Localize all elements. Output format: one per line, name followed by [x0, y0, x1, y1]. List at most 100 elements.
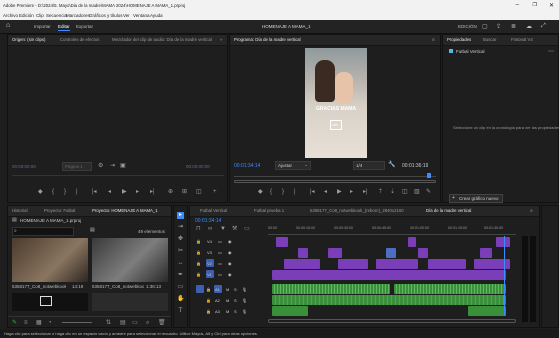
new-item-icon[interactable]: ▭ — [132, 320, 138, 326]
sync-icon[interactable]: ▭ — [218, 250, 222, 255]
find-icon[interactable]: ⌕ — [146, 320, 149, 326]
audio-clip-a3[interactable] — [468, 306, 506, 316]
timeline-scrollbar[interactable] — [268, 319, 516, 323]
panel-menu-icon[interactable]: » — [220, 37, 222, 42]
eye-icon[interactable]: ◉ — [228, 250, 232, 255]
step-back-icon[interactable]: ◂ — [108, 189, 111, 195]
fit-select[interactable]: Ajustar ⌄ — [275, 161, 311, 170]
track-v2-label[interactable]: V2 — [206, 259, 214, 267]
cloud-icon[interactable]: ☁ — [526, 23, 532, 30]
razor-tool-icon[interactable]: ✂ — [177, 248, 184, 255]
linked-selection-icon[interactable]: ∞ — [208, 226, 212, 232]
solo-s-icon[interactable]: S — [234, 309, 237, 314]
overwrite-clip-icon[interactable]: ⊞ — [182, 189, 187, 195]
clip-v2[interactable] — [376, 259, 418, 269]
mute-m-icon[interactable]: M — [226, 309, 229, 314]
thumbnail-3[interactable] — [12, 293, 88, 311]
source-patch-a1[interactable] — [196, 285, 204, 293]
microphone-icon[interactable]: 🎙 — [242, 309, 247, 314]
lock-icon[interactable]: 🔒 — [196, 261, 201, 266]
program-menu-icon[interactable]: ≡ — [432, 37, 435, 42]
clip-area[interactable] — [268, 236, 516, 316]
track-v4-label[interactable]: V4 — [206, 237, 214, 245]
project-search-input[interactable]: ⌕ — [12, 227, 74, 236]
mark-out-bracket-icon[interactable]: } — [282, 189, 284, 195]
clear-icon[interactable]: { — [52, 189, 54, 195]
freeform-view-icon[interactable]: ◔ — [48, 320, 52, 326]
microphone-icon[interactable]: 🎙 — [242, 298, 247, 303]
slip-tool-icon[interactable]: ↔ — [177, 260, 184, 267]
tab-mezclador[interactable]: Mezclador del clip de audio: Día de la m… — [112, 37, 212, 42]
mark-out-icon[interactable]: } — [64, 189, 66, 195]
lock-icon[interactable]: 🔒 — [196, 250, 201, 255]
lock-icon[interactable]: 🔒 — [206, 287, 211, 292]
step-forward-icon[interactable]: ▸ — [136, 189, 139, 195]
track-v1-label[interactable]: V1 — [206, 270, 214, 278]
program-scrub-bar[interactable] — [234, 176, 436, 177]
wrench-icon[interactable]: ⚙ — [98, 163, 103, 169]
lock-icon[interactable]: 🔒 — [196, 239, 201, 244]
tab-fintonal[interactable]: Fintonal V4 — [511, 37, 533, 42]
microphone-icon[interactable]: 🎙 — [242, 287, 247, 292]
clip-v2[interactable] — [284, 259, 320, 269]
pen-tool-icon[interactable]: ✒ — [177, 272, 184, 279]
goto-out-icon[interactable]: ▸| — [363, 189, 368, 195]
insert-icon[interactable]: ⇥ — [110, 163, 115, 169]
menu-ayuda[interactable]: Ayuda — [150, 13, 163, 18]
source-timecode[interactable]: 00:00:00:00 — [12, 164, 36, 169]
sync-icon[interactable]: ▭ — [218, 272, 222, 277]
maximize-button[interactable]: ❐ — [533, 2, 537, 8]
menu-archivo[interactable]: Archivo — [3, 13, 18, 18]
share-icon[interactable]: ⇪ — [496, 23, 501, 30]
clip-v2[interactable] — [338, 259, 368, 269]
tab-proyecto-futbal[interactable]: Proyecto: Futbal — [44, 208, 75, 213]
wrench-icon[interactable]: 🔧 — [388, 162, 395, 168]
zoom-slider[interactable] — [62, 322, 92, 323]
add-button-icon[interactable]: + — [213, 189, 217, 195]
track-a1-label[interactable]: A1 — [214, 285, 222, 293]
eye-icon[interactable]: ◉ — [228, 272, 232, 277]
track-v3-label[interactable]: V3 — [206, 248, 214, 256]
sync-icon[interactable]: ▭ — [218, 261, 222, 266]
home-icon[interactable]: ⌂ — [6, 22, 10, 29]
clip-v3[interactable] — [328, 248, 342, 258]
step-forward-icon[interactable]: ▸ — [350, 189, 353, 195]
wrench-icon[interactable]: ⚒ — [232, 226, 237, 232]
tab-propiedades[interactable]: Propiedades — [447, 37, 471, 42]
lift-icon[interactable]: ⇡ — [378, 189, 383, 195]
mark-in-icon[interactable]: ◆ — [38, 189, 43, 195]
rewind-icon[interactable]: ◂ — [324, 189, 327, 195]
menu-clip[interactable]: Clip — [36, 13, 44, 18]
bracket-icon[interactable]: | — [76, 189, 78, 195]
compare-icon[interactable]: ▥ — [414, 189, 420, 195]
lock-icon[interactable]: 🔒 — [196, 272, 201, 277]
eye-icon[interactable]: ◉ — [228, 261, 232, 266]
track-select-tool-icon[interactable]: ⇥ — [177, 224, 184, 231]
menu-edicion[interactable]: Edición — [19, 13, 34, 18]
audio-clip-a3[interactable] — [272, 306, 308, 316]
tab-origen[interactable]: Origen: (sin clips) — [12, 37, 45, 42]
tab-historial[interactable]: Historial — [12, 208, 28, 213]
tab-importar[interactable]: Importar — [34, 24, 51, 29]
mark-in-bracket-icon[interactable]: { — [270, 189, 272, 195]
thumbnail-1[interactable] — [12, 238, 88, 282]
program-playhead[interactable] — [427, 173, 431, 178]
menu-marcadores[interactable]: Marcadores — [66, 13, 90, 18]
clip-v4[interactable] — [276, 237, 288, 247]
insert-clip-icon[interactable]: ⊕ — [168, 189, 173, 195]
clip-v3[interactable] — [386, 248, 396, 258]
goto-in-icon[interactable]: | — [294, 189, 296, 195]
sync-icon[interactable]: ▭ — [218, 239, 222, 244]
export-frame-icon[interactable]: ◫ — [402, 189, 408, 195]
source-scrub-bar[interactable] — [12, 175, 224, 176]
clip-v2[interactable] — [428, 259, 466, 269]
video-preview[interactable]: GRACIAS MAMÁ CBS — [305, 48, 367, 158]
menu-ventana[interactable]: Ventana — [133, 13, 150, 18]
eye-icon[interactable]: ◉ — [228, 239, 232, 244]
pencil-icon[interactable]: ✎ — [12, 320, 17, 326]
tab-controles-efectos[interactable]: Controles de efectos — [60, 37, 99, 42]
tab-exportar[interactable]: Exportar — [76, 24, 93, 29]
solo-s-icon[interactable]: S — [234, 298, 237, 303]
timeline-playhead[interactable] — [504, 236, 505, 316]
menu-secuencia[interactable]: Secuencia — [46, 13, 67, 18]
